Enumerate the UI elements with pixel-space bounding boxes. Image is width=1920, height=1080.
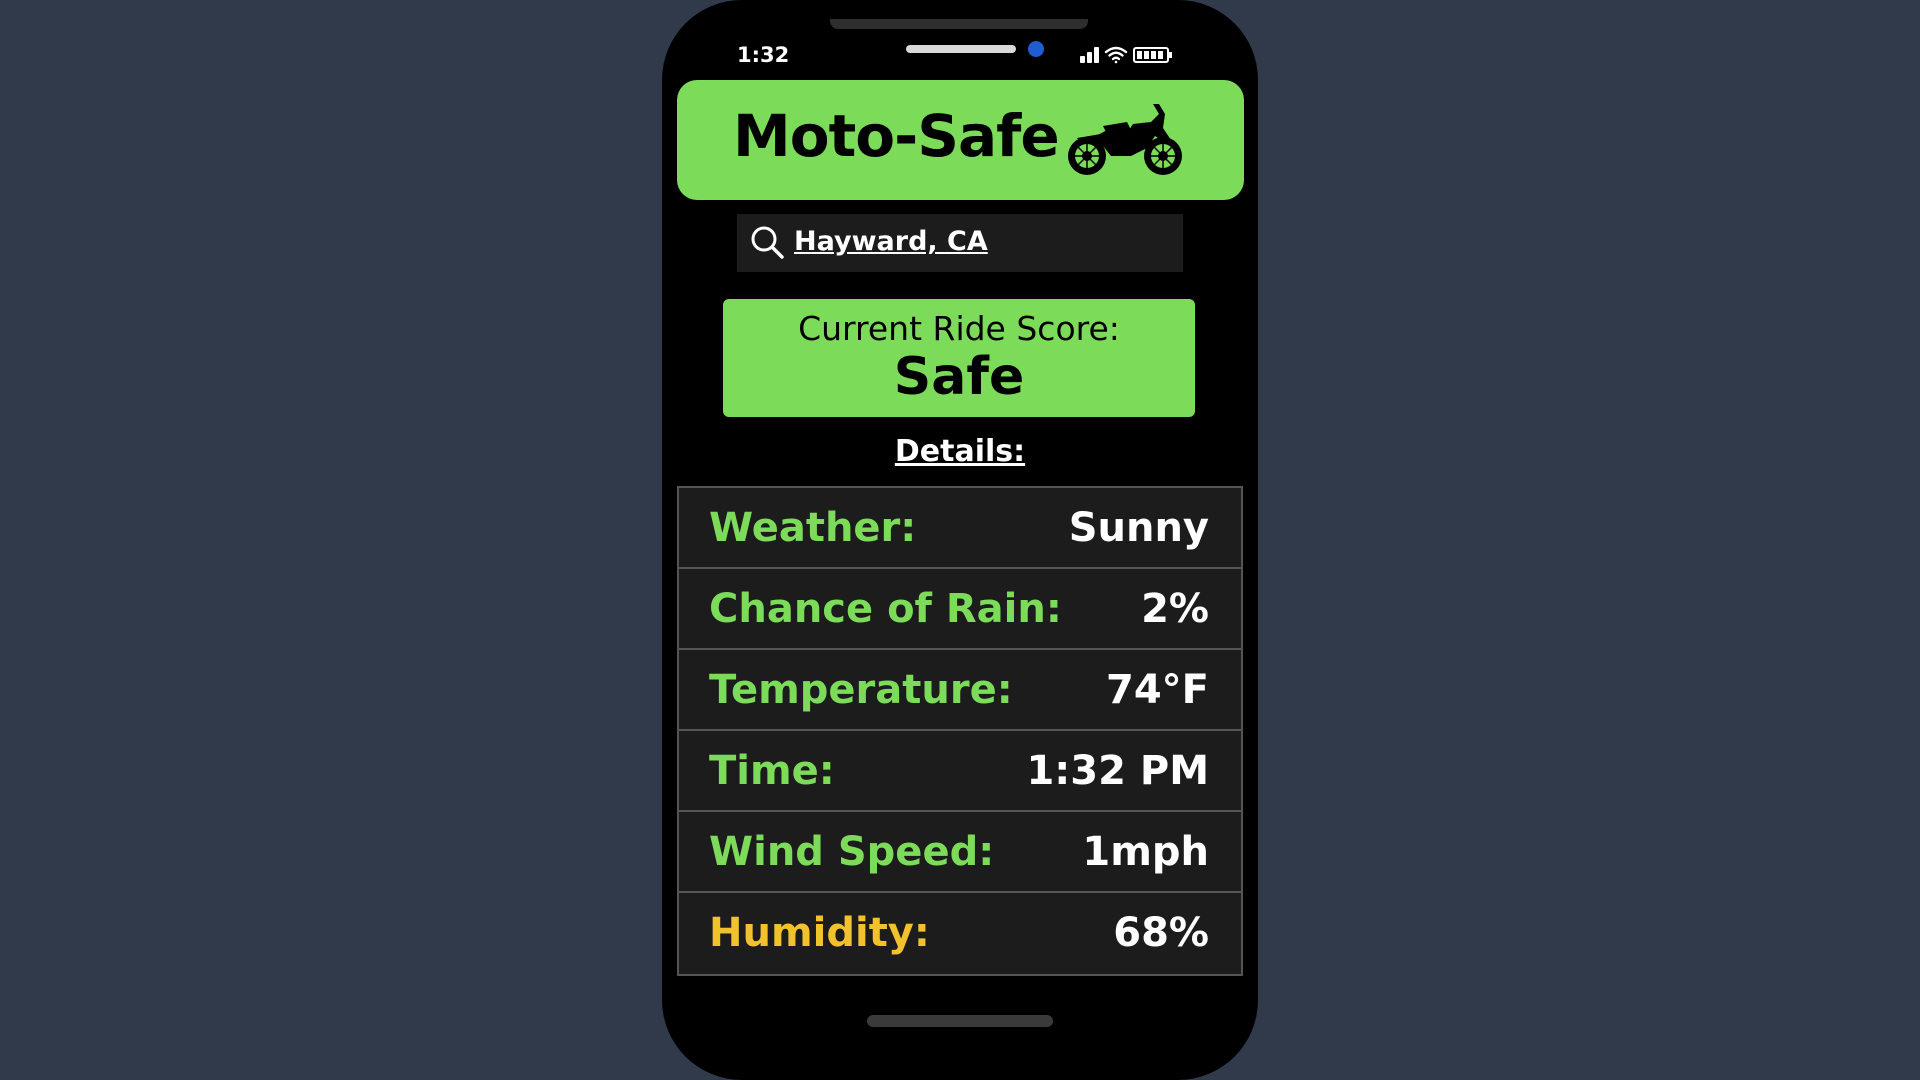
front-camera — [1028, 41, 1044, 57]
detail-label: Wind Speed: — [709, 829, 995, 875]
app-title: Moto-Safe — [733, 102, 1060, 170]
location-search[interactable]: Hayward, CA — [737, 214, 1183, 272]
details-heading: Details: — [894, 434, 1026, 469]
app-header: Moto-Safe — [677, 80, 1244, 200]
detail-value: 68% — [1113, 910, 1209, 956]
detail-label: Humidity: — [709, 910, 930, 956]
home-indicator[interactable] — [867, 1015, 1053, 1027]
battery-icon — [1133, 47, 1172, 63]
phone-frame: 1:32 Moto-Safe Hayward, CA Current Ride … — [662, 0, 1258, 1080]
detail-label: Weather: — [709, 505, 917, 551]
detail-row-wind-speed: Wind Speed: 1mph — [679, 812, 1241, 893]
speaker-grille — [830, 19, 1088, 29]
detail-label: Temperature: — [709, 667, 1013, 713]
signal-icon — [1080, 47, 1099, 63]
notch-indicator — [906, 45, 1016, 53]
search-input-value[interactable]: Hayward, CA — [794, 226, 988, 257]
wifi-icon — [1104, 46, 1128, 64]
detail-row-humidity: Humidity: 68% — [679, 893, 1241, 974]
detail-row-temperature: Temperature: 74°F — [679, 650, 1241, 731]
detail-value: Sunny — [1068, 505, 1209, 551]
detail-label: Chance of Rain: — [709, 586, 1062, 632]
detail-row-chance-of-rain: Chance of Rain: 2% — [679, 569, 1241, 650]
detail-value: 1:32 PM — [1026, 748, 1209, 794]
status-icons — [1080, 46, 1172, 64]
details-table: Weather: Sunny Chance of Rain: 2% Temper… — [677, 486, 1243, 976]
ride-score-card: Current Ride Score: Safe — [723, 299, 1195, 417]
detail-label: Time: — [709, 748, 835, 794]
search-icon[interactable] — [749, 224, 785, 260]
motorcycle-icon — [1068, 104, 1182, 175]
detail-row-weather: Weather: Sunny — [679, 488, 1241, 569]
detail-value: 1mph — [1082, 829, 1209, 875]
ride-score-value: Safe — [893, 347, 1025, 407]
ride-score-label: Current Ride Score: — [798, 309, 1120, 348]
detail-value: 2% — [1141, 586, 1209, 632]
detail-row-time: Time: 1:32 PM — [679, 731, 1241, 812]
status-bar-time: 1:32 — [737, 43, 790, 67]
detail-value: 74°F — [1106, 667, 1209, 713]
